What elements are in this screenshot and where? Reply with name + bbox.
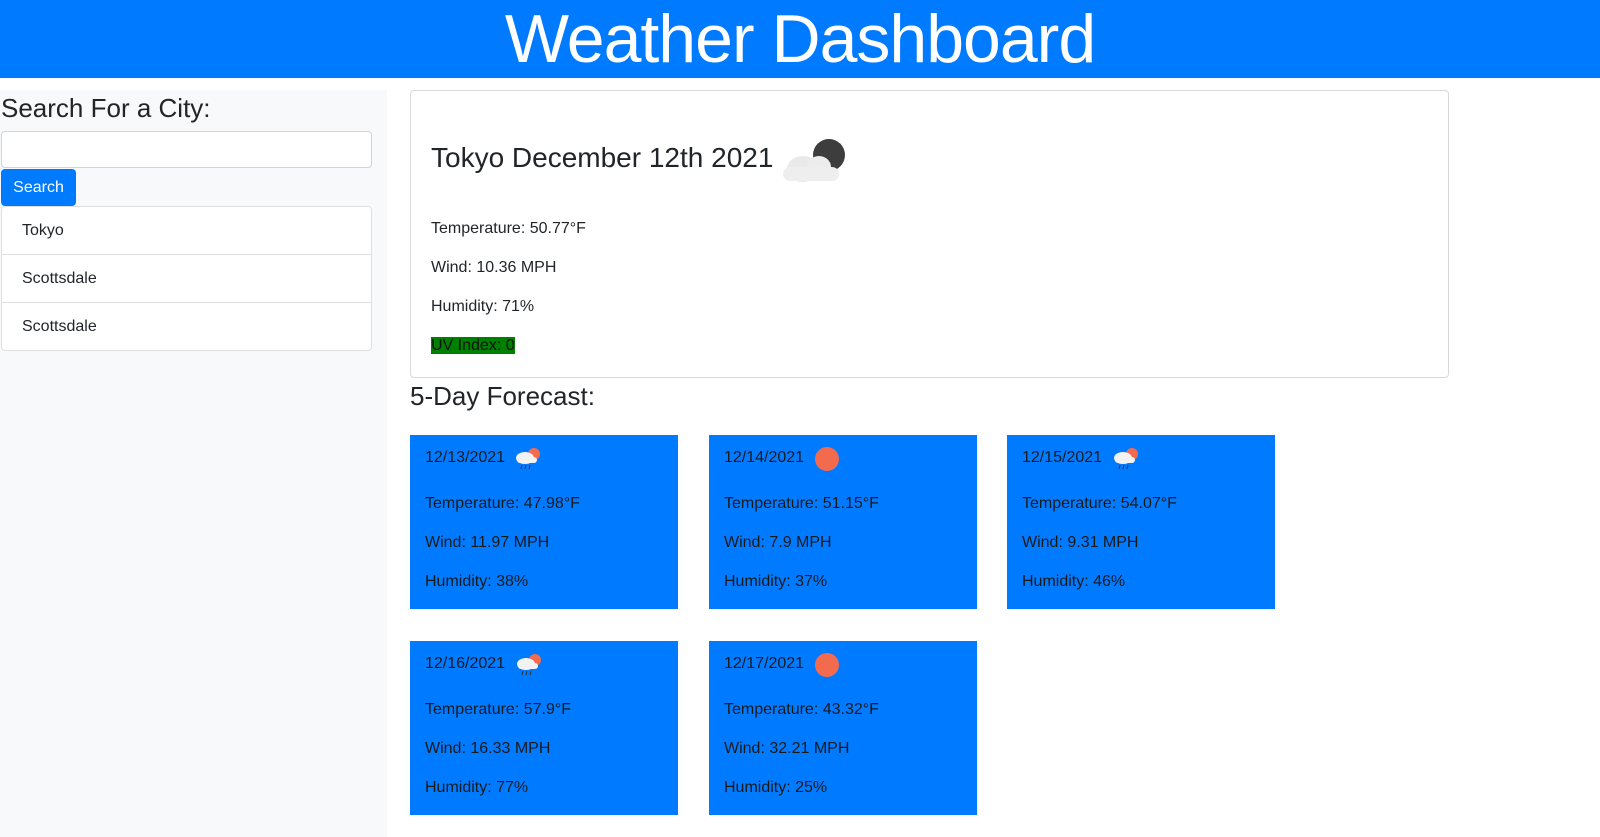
forecast-date: 12/17/2021 — [724, 655, 805, 672]
forecast-humidity: Humidity: 25% — [724, 779, 828, 796]
forecast-wind: Wind: 9.31 MPH — [1022, 534, 1139, 551]
current-wind: Wind: 10.36 MPH — [431, 259, 557, 276]
forecast-card: 12/14/2021 Temperature: 51.15°F Wind: 7.… — [709, 435, 977, 609]
current-humidity: Humidity: 71% — [431, 298, 535, 315]
history-item-tokyo[interactable]: Tokyo — [2, 207, 371, 255]
forecast-humidity: Humidity: 46% — [1022, 573, 1126, 590]
forecast-temperature: Temperature: 57.9°F — [425, 701, 572, 718]
forecast-card: 12/13/2021 Temperature: 47.98°F Wind: 11… — [410, 435, 678, 609]
rain-sun-icon — [1111, 445, 1141, 476]
rain-sun-icon — [513, 445, 543, 476]
sun-icon — [813, 445, 843, 480]
current-temperature: Temperature: 50.77°F — [431, 220, 586, 237]
forecast-humidity: Humidity: 37% — [724, 573, 828, 590]
current-city-date: Tokyo December 12th 2021 — [431, 142, 774, 173]
search-heading: Search For a City: — [1, 93, 211, 123]
forecast-temperature: Temperature: 54.07°F — [1022, 495, 1177, 512]
uv-row: UV Index: 0 — [431, 336, 515, 356]
forecast-wind: Wind: 7.9 MPH — [724, 534, 832, 551]
rain-sun-icon — [514, 651, 544, 682]
sun-icon — [813, 651, 843, 686]
forecast-card: 12/17/2021 Temperature: 43.32°F Wind: 32… — [709, 641, 977, 815]
search-button[interactable]: Search — [1, 169, 76, 206]
forecast-date: 12/14/2021 — [724, 449, 805, 466]
forecast-temperature: Temperature: 43.32°F — [724, 701, 879, 718]
forecast-date: 12/15/2021 — [1022, 449, 1103, 466]
current-weather-card: Tokyo December 12th 2021 Temperature: 50… — [410, 90, 1449, 378]
forecast-date: 12/13/2021 — [425, 449, 506, 466]
forecast-card: 12/16/2021 Temperature: 57.9°F Wind: 16.… — [410, 641, 678, 815]
forecast-temperature: Temperature: 47.98°F — [425, 495, 580, 512]
forecast-wind: Wind: 16.33 MPH — [425, 740, 551, 757]
night-cloud-icon — [779, 135, 849, 190]
search-sidebar: Search For a City: Search Tokyo Scottsda… — [0, 90, 387, 837]
city-search-input[interactable] — [1, 131, 372, 168]
search-history-list: Tokyo Scottsdale Scottsdale — [1, 206, 372, 351]
forecast-date: 12/16/2021 — [425, 655, 506, 672]
forecast-wind: Wind: 11.97 MPH — [425, 534, 550, 551]
history-item-scottsdale[interactable]: Scottsdale — [2, 255, 371, 303]
forecast-card: 12/15/2021 Temperature: 54.07°F Wind: 9.… — [1007, 435, 1275, 609]
page-title: Weather Dashboard — [504, 1, 1096, 77]
history-item-scottsdale[interactable]: Scottsdale — [2, 303, 371, 350]
forecast-wind: Wind: 32.21 MPH — [724, 740, 850, 757]
uv-index-badge: UV Index: 0 — [431, 337, 515, 354]
forecast-temperature: Temperature: 51.15°F — [724, 495, 879, 512]
forecast-humidity: Humidity: 38% — [425, 573, 529, 590]
forecast-heading: 5-Day Forecast: — [410, 381, 595, 411]
app-header: Weather Dashboard — [0, 0, 1600, 78]
forecast-humidity: Humidity: 77% — [425, 779, 529, 796]
